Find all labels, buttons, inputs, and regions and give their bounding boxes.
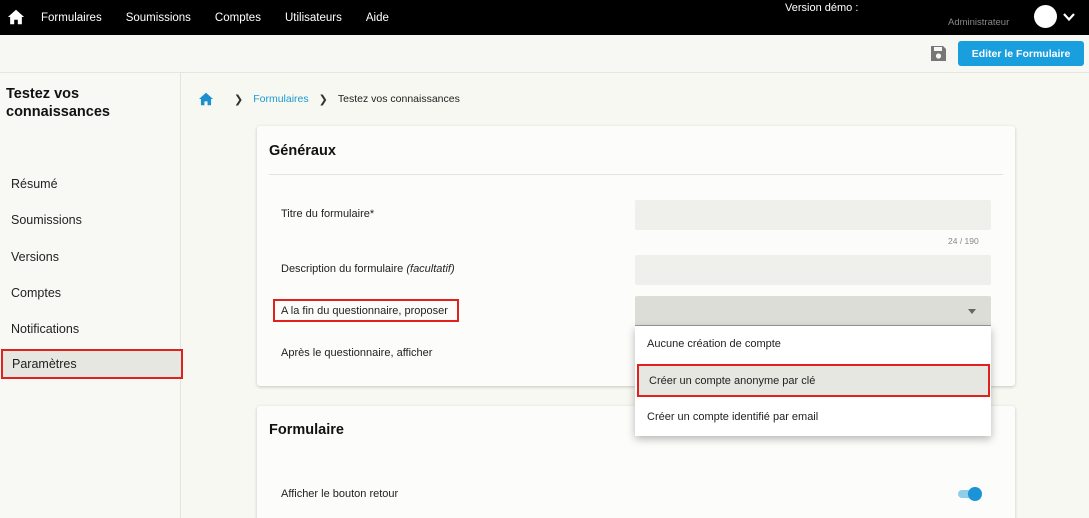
chevron-right-icon: ❯ <box>318 93 328 106</box>
sidebar-item-parametres[interactable]: Paramètres <box>1 349 183 379</box>
avatar[interactable] <box>1034 5 1057 28</box>
home-icon[interactable] <box>7 8 25 26</box>
sidebar: Testez vos connaissances Résumé Soumissi… <box>0 73 183 518</box>
nav-formulaires[interactable]: Formulaires <box>41 12 102 24</box>
description-input[interactable] <box>635 255 991 285</box>
user-role-label: Administrateur <box>948 17 1010 28</box>
title-field-label: Titre du formulaire* <box>281 208 375 220</box>
nav-aide[interactable]: Aide <box>366 12 389 24</box>
section-heading: Formulaire <box>269 422 344 438</box>
back-button-toggle[interactable] <box>958 487 983 501</box>
option-no-account[interactable]: Aucune création de compte <box>635 326 991 362</box>
main-nav: Formulaires Soumissions Comptes Utilisat… <box>41 0 413 35</box>
form-title: Testez vos connaissances <box>6 86 110 120</box>
option-email-account[interactable]: Créer un compte identifié par email <box>635 399 991 435</box>
description-field-label: Description du formulaire (facultatif) <box>281 263 455 275</box>
option-anonymous-key[interactable]: Créer un compte anonyme par clé <box>637 364 990 397</box>
back-button-label: Afficher le bouton retour <box>281 488 399 500</box>
sidebar-item-notifications[interactable]: Notifications <box>0 315 182 343</box>
description-label-text: Description du formulaire <box>281 263 404 275</box>
nav-soumissions[interactable]: Soumissions <box>126 12 191 24</box>
divider <box>269 174 1003 175</box>
optional-hint: (facultatif) <box>406 263 455 275</box>
home-icon[interactable] <box>198 92 214 106</box>
breadcrumb-formulaires[interactable]: Formulaires <box>253 93 308 105</box>
edit-form-button[interactable]: Editer le Formulaire <box>958 41 1084 66</box>
save-icon[interactable] <box>930 45 947 62</box>
account-creation-options: Aucune création de compte Créer un compt… <box>635 326 991 436</box>
title-input[interactable] <box>635 200 991 230</box>
top-navbar: Formulaires Soumissions Comptes Utilisat… <box>0 0 1089 35</box>
sidebar-item-soumissions[interactable]: Soumissions <box>0 206 182 234</box>
nav-comptes[interactable]: Comptes <box>215 12 261 24</box>
char-counter: 24 / 190 <box>948 236 979 246</box>
chevron-down-icon[interactable] <box>1062 10 1076 24</box>
sidebar-item-versions[interactable]: Versions <box>0 243 182 271</box>
sidebar-item-resume[interactable]: Résumé <box>0 170 182 198</box>
action-bar: Editer le Formulaire <box>0 35 1089 73</box>
version-label: Version démo : <box>785 2 859 14</box>
dropdown-arrow-icon <box>968 309 976 314</box>
chevron-right-icon: ❯ <box>234 93 244 106</box>
breadcrumb: ❯ Formulaires ❯ Testez vos connaissances <box>198 91 460 107</box>
account-creation-select[interactable] <box>635 296 991 326</box>
nav-utilisateurs[interactable]: Utilisateurs <box>285 12 342 24</box>
afficher-field-label: Après le questionnaire, afficher <box>281 347 433 359</box>
toggle-knob <box>968 487 982 501</box>
breadcrumb-current: Testez vos connaissances <box>337 93 460 105</box>
sidebar-item-comptes[interactable]: Comptes <box>0 279 182 307</box>
section-heading: Généraux <box>269 143 336 159</box>
propose-field-label: A la fin du questionnaire, proposer <box>273 299 459 322</box>
